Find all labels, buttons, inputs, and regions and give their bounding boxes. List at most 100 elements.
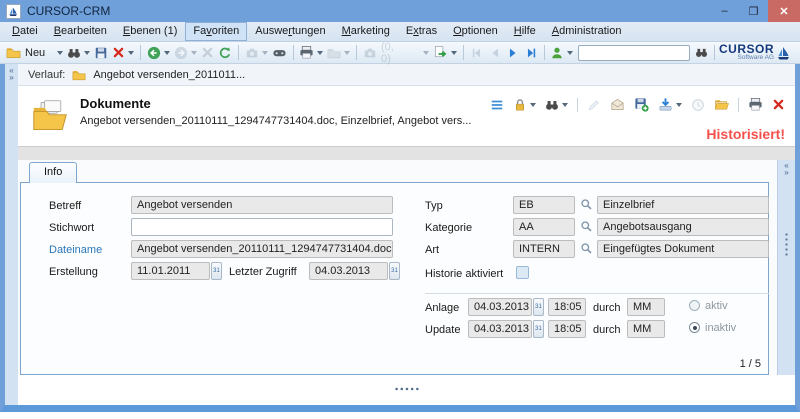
folder-icon bbox=[72, 68, 86, 82]
radio-aktiv[interactable] bbox=[689, 300, 700, 311]
list-view-button[interactable] bbox=[488, 97, 506, 113]
envelope-open-icon bbox=[610, 97, 625, 112]
page-subtitle: Angebot versenden_20110111_1294747731404… bbox=[80, 115, 471, 127]
cancel-button[interactable] bbox=[199, 45, 216, 60]
dateiname-field[interactable]: Angebot versenden_20110111_1294747731404… bbox=[131, 240, 393, 258]
menu-bearbeiten[interactable]: Bearbeiten bbox=[46, 22, 115, 41]
anlage-durch-label: durch bbox=[593, 302, 621, 314]
letzter-zugriff-date-field[interactable]: 04.03.2013 bbox=[309, 262, 388, 280]
page-title: Dokumente bbox=[80, 96, 471, 111]
right-panel-strip: « » bbox=[777, 160, 795, 375]
open-folder-button[interactable] bbox=[325, 45, 352, 61]
gamepad-icon bbox=[272, 45, 287, 60]
kategorie-code-field[interactable]: AA bbox=[513, 218, 575, 236]
anlage-time-field[interactable]: 18:05 bbox=[548, 298, 586, 316]
refresh-button[interactable] bbox=[216, 45, 234, 61]
typ-lookup-icon[interactable] bbox=[580, 198, 594, 212]
erstellung-date-field[interactable]: 11.01.2011 bbox=[131, 262, 210, 280]
maximize-button[interactable]: ❐ bbox=[739, 0, 768, 22]
menu-favoriten[interactable]: Favoriten bbox=[185, 22, 247, 41]
update-calendar-button[interactable]: 31 bbox=[533, 320, 544, 338]
anlage-calendar-button[interactable]: 31 bbox=[533, 298, 544, 316]
search-input[interactable] bbox=[578, 45, 690, 61]
nav-first-button[interactable] bbox=[468, 45, 486, 61]
search-button[interactable] bbox=[65, 45, 92, 61]
expand-right-icon[interactable]: » bbox=[784, 168, 788, 177]
menu-marketing[interactable]: Marketing bbox=[334, 22, 398, 41]
minimize-button[interactable]: – bbox=[710, 0, 739, 22]
update-time-field[interactable]: 18:05 bbox=[548, 320, 586, 338]
refresh-icon bbox=[218, 46, 232, 60]
menu-auswertungen[interactable]: Auswertungen bbox=[247, 22, 333, 41]
close-button[interactable]: ✕ bbox=[768, 0, 800, 22]
header-search-button[interactable] bbox=[543, 97, 570, 113]
menu-extras[interactable]: Extras bbox=[398, 22, 445, 41]
window-title: CURSOR-CRM bbox=[27, 4, 710, 18]
stichwort-field[interactable] bbox=[131, 218, 393, 236]
breadcrumb-item[interactable]: Angebot versenden_2011011... bbox=[93, 69, 245, 81]
save-button[interactable] bbox=[92, 45, 110, 61]
betreff-field[interactable]: Angebot versenden bbox=[131, 196, 393, 214]
typ-text-field[interactable]: Einzelbrief bbox=[597, 196, 769, 214]
anlage-user-field[interactable]: MM bbox=[627, 298, 665, 316]
delete-button[interactable] bbox=[110, 45, 136, 60]
selection-counter-button[interactable]: (0, 0) bbox=[361, 40, 431, 66]
art-lookup-icon[interactable] bbox=[580, 242, 594, 256]
print-document-button[interactable] bbox=[746, 96, 765, 113]
art-code-field[interactable]: INTERN bbox=[513, 240, 575, 258]
new-button[interactable]: Neu bbox=[4, 44, 65, 61]
toolbar-separator bbox=[356, 45, 357, 60]
menu-optionen[interactable]: Optionen bbox=[445, 22, 506, 41]
console-button[interactable] bbox=[270, 44, 289, 61]
radio-inaktiv[interactable] bbox=[689, 322, 700, 333]
letzter-zugriff-calendar-button[interactable]: 31 bbox=[389, 262, 400, 280]
quick-search-button[interactable] bbox=[693, 45, 710, 60]
radio-inaktiv-label: inaktiv bbox=[705, 322, 736, 334]
menu-administration[interactable]: Administration bbox=[544, 22, 630, 41]
historie-checkbox[interactable] bbox=[516, 266, 529, 279]
nav-last-button[interactable] bbox=[522, 45, 540, 61]
chevron-down-icon bbox=[530, 103, 536, 107]
menu-hilfe[interactable]: Hilfe bbox=[506, 22, 544, 41]
radio-inaktiv-row[interactable]: inaktiv bbox=[689, 322, 736, 334]
save-as-button[interactable] bbox=[632, 96, 651, 113]
nav-next-button[interactable] bbox=[504, 45, 522, 61]
clear-x-icon bbox=[201, 46, 214, 59]
mail-button[interactable] bbox=[608, 96, 627, 113]
kategorie-lookup-icon[interactable] bbox=[580, 220, 594, 234]
horizontal-splitter-handle[interactable] bbox=[394, 387, 420, 391]
dateiname-label[interactable]: Dateiname bbox=[49, 244, 102, 256]
chevron-down-icon bbox=[164, 51, 170, 55]
lock-button[interactable] bbox=[511, 97, 538, 113]
kategorie-text-field[interactable]: Angebotsausgang bbox=[597, 218, 769, 236]
edit-button[interactable] bbox=[585, 97, 603, 113]
export-button[interactable] bbox=[431, 44, 459, 61]
nav-prev-button[interactable] bbox=[486, 45, 504, 61]
toolbar-separator bbox=[544, 45, 545, 60]
open-document-button[interactable] bbox=[712, 96, 731, 113]
update-user-field[interactable]: MM bbox=[627, 320, 665, 338]
erstellung-label: Erstellung bbox=[49, 266, 98, 278]
update-date-field[interactable]: 04.03.2013 bbox=[468, 320, 532, 338]
menu-datei[interactable]: Datei bbox=[4, 22, 46, 41]
snapshot-button[interactable] bbox=[243, 45, 270, 61]
close-document-button[interactable] bbox=[770, 97, 787, 112]
history-button[interactable] bbox=[689, 97, 707, 113]
import-button[interactable] bbox=[656, 96, 684, 113]
kategorie-label: Kategorie bbox=[425, 222, 472, 234]
print-button[interactable] bbox=[297, 44, 325, 61]
anlage-date-field[interactable]: 04.03.2013 bbox=[468, 298, 532, 316]
forward-button[interactable] bbox=[172, 45, 199, 61]
menu-ebenen[interactable]: Ebenen (1) bbox=[115, 22, 185, 41]
back-button[interactable] bbox=[145, 45, 172, 61]
radio-aktiv-row[interactable]: aktiv bbox=[689, 300, 728, 312]
expand-right-icon[interactable]: » bbox=[9, 74, 13, 81]
user-button[interactable] bbox=[548, 45, 575, 61]
erstellung-calendar-button[interactable]: 31 bbox=[211, 262, 222, 280]
title-bar[interactable]: CURSOR-CRM – ❐ ✕ bbox=[0, 0, 800, 22]
header-separator bbox=[738, 98, 739, 112]
typ-code-field[interactable]: EB bbox=[513, 196, 575, 214]
art-text-field[interactable]: Eingefügtes Dokument bbox=[597, 240, 769, 258]
tab-info[interactable]: Info bbox=[29, 162, 77, 183]
vertical-splitter-handle[interactable] bbox=[785, 232, 788, 256]
